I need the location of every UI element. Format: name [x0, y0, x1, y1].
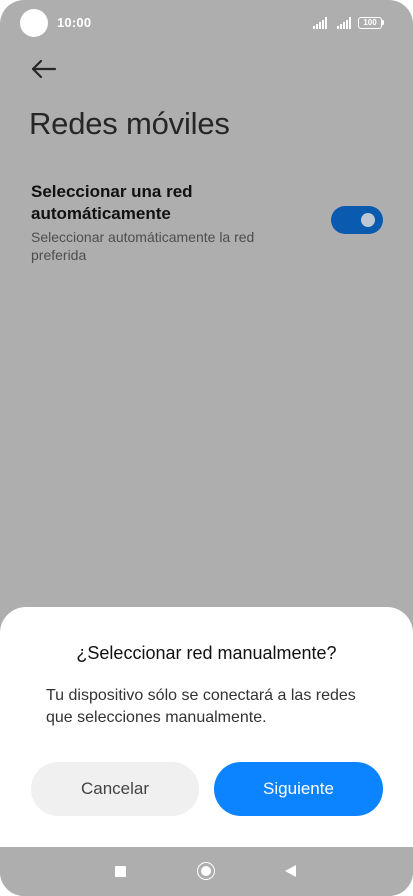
- recents-square-icon[interactable]: [115, 866, 126, 877]
- battery-level: 100: [358, 17, 382, 29]
- dialog-title: ¿Seleccionar red manualmente?: [76, 643, 337, 663]
- cancel-button[interactable]: Cancelar: [31, 762, 199, 816]
- back-button[interactable]: [28, 54, 60, 84]
- dialog-message: Tu dispositivo sólo se conectará a las r…: [46, 687, 356, 726]
- toggle-knob: [361, 213, 375, 227]
- battery-icon: 100: [358, 17, 384, 29]
- front-camera-cutout: [20, 9, 48, 37]
- phone-screen: 10:00 100 Redes móviles Seleccionar una …: [0, 0, 413, 896]
- auto-network-setting-row[interactable]: Seleccionar una red automáticamente Sele…: [0, 176, 413, 272]
- setting-title: Seleccionar una red automáticamente: [31, 182, 193, 223]
- arrow-left-icon: [31, 59, 57, 79]
- signal-icon: [313, 17, 329, 29]
- auto-network-toggle[interactable]: [331, 206, 383, 234]
- signal-icon: [337, 17, 353, 29]
- back-triangle-icon[interactable]: [285, 865, 296, 877]
- setting-subtitle: Seleccionar automáticamente la red prefe…: [31, 229, 255, 263]
- status-time: 10:00: [57, 15, 92, 30]
- next-button[interactable]: Siguiente: [214, 762, 383, 816]
- navigation-bar: [0, 847, 413, 896]
- home-circle-icon[interactable]: [197, 862, 215, 880]
- confirm-dialog: ¿Seleccionar red manualmente? Tu disposi…: [0, 607, 413, 847]
- page-title: Redes móviles: [29, 106, 230, 141]
- status-bar: 10:00 100: [0, 0, 413, 46]
